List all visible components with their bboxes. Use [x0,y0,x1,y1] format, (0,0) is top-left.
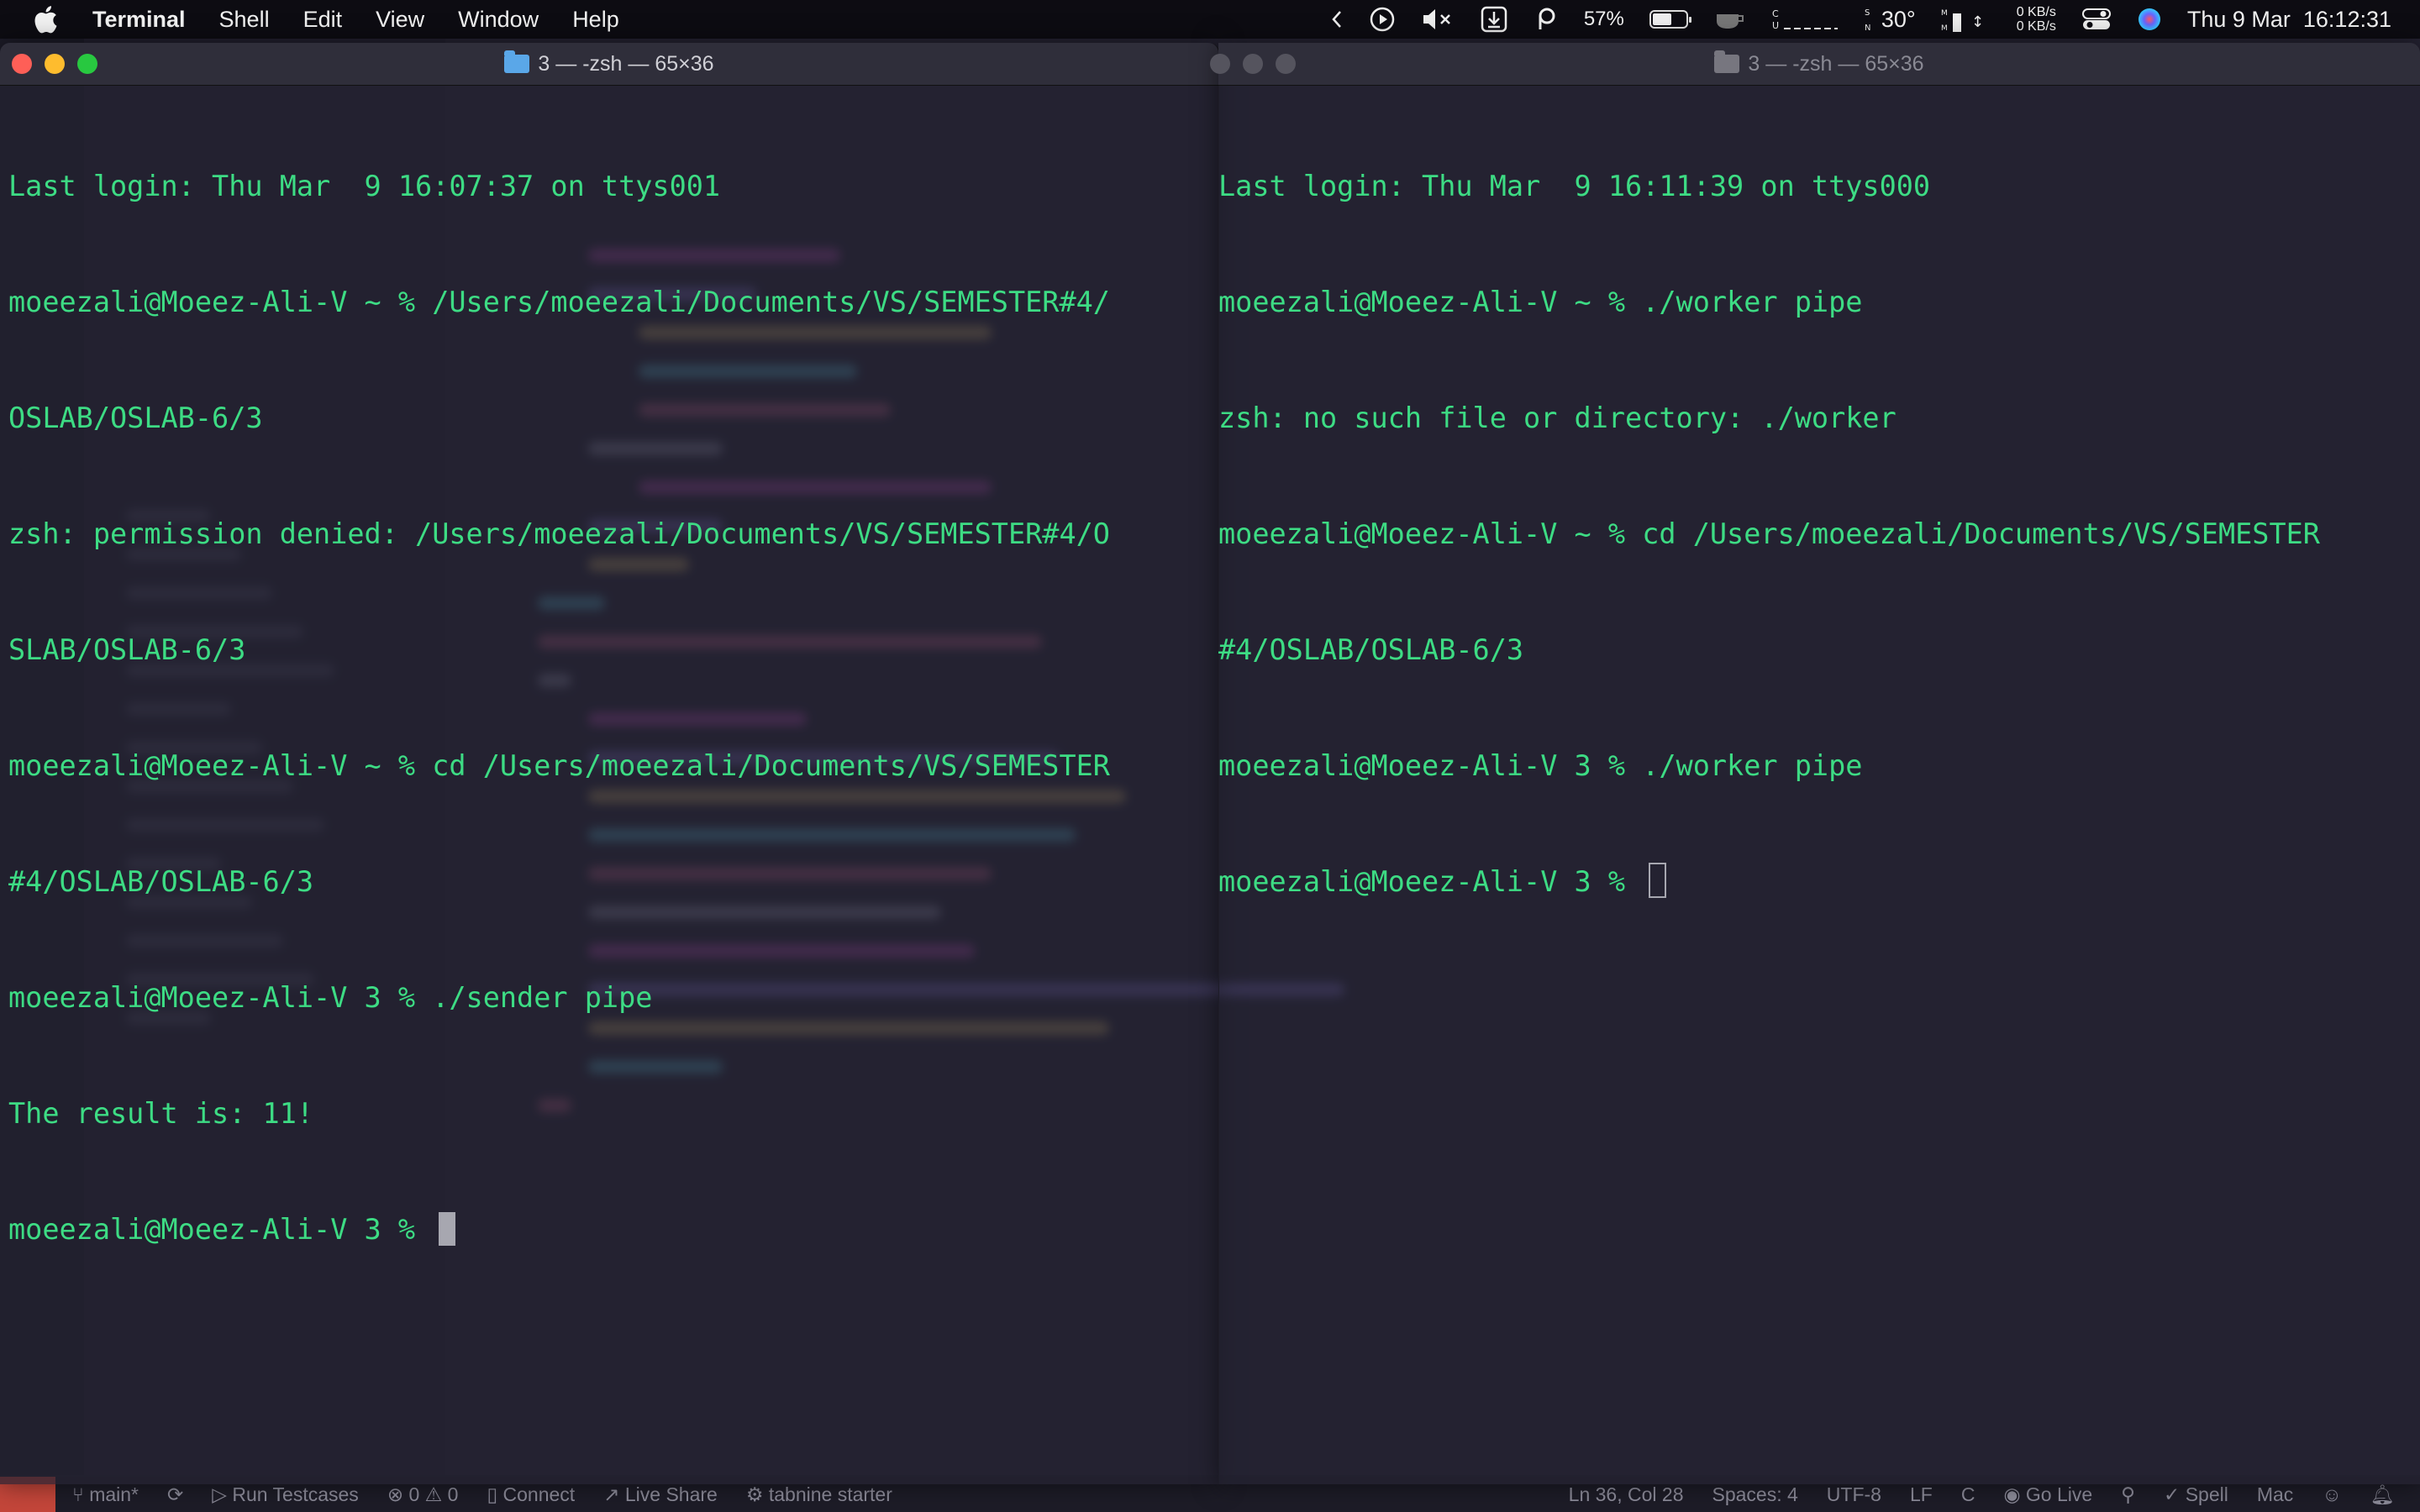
menu-view[interactable]: View [376,7,424,33]
pass-icon[interactable] [1534,6,1559,33]
connect-button[interactable]: ▯ Connect [487,1483,575,1506]
terminal-line: moeezali@Moeez-Ali-V 3 % ./sender pipe [8,981,653,1014]
text-cursor [1649,863,1667,898]
siri-icon[interactable] [2137,7,2162,32]
line-ending[interactable]: LF [1910,1483,1933,1506]
encoding[interactable]: UTF-8 [1827,1483,1881,1506]
indentation[interactable]: Spaces: 4 [1712,1483,1798,1506]
spell-label: Spell [2185,1483,2228,1505]
apple-menu-icon[interactable] [30,3,64,36]
terminal-output[interactable]: Last login: Thu Mar 9 16:11:39 on ttys00… [1218,86,2420,979]
terminal-window-right[interactable]: 3 — -zsh — 65×36 Last login: Thu Mar 9 1… [1210,43,2420,1484]
terminal-line: moeezali@Moeez-Ali-V ~ % cd /Users/moeez… [8,749,1110,782]
live-share-label: Live Share [624,1483,718,1505]
maximize-button[interactable] [1276,54,1296,74]
close-button[interactable] [12,54,32,74]
notifications-icon[interactable]: 🔔︎ [2370,1483,2395,1506]
terminal-line: zsh: no such file or directory: ./worker [1218,402,1897,434]
maximize-button[interactable] [77,54,97,74]
terminal-line: SLAB/OSLAB-6/3 [8,633,246,666]
menu-bar: Terminal Shell Edit View Window Help 57%… [0,0,2420,39]
menu-help[interactable]: Help [572,7,619,33]
download-icon[interactable] [1480,5,1508,34]
temperature-value: 30° [1881,6,1916,32]
terminal-line: moeezali@Moeez-Ali-V ~ % cd /Users/moeez… [1218,517,2320,550]
run-testcases-label: Run Testcases [232,1483,359,1505]
clock[interactable]: Thu 9 Mar 16:12:31 [2187,7,2391,33]
window-title: 3 — -zsh — 65×36 [538,51,714,76]
terminal-line: #4/OSLAB/OSLAB-6/3 [1218,633,1524,666]
svg-text:S: S [1865,8,1870,18]
sensor-temperature: SN 30° [1865,5,1916,34]
memory-icon[interactable]: MM ↕ [1941,5,1991,34]
window-controls [12,54,110,74]
window-titlebar[interactable]: 3 — -zsh — 65×36 [1210,43,2420,86]
folder-icon [504,50,530,73]
cpu-graph-icon[interactable]: CU [1772,5,1839,34]
close-button[interactable] [1210,54,1230,74]
terminal-line: The result is: 11! [8,1097,314,1130]
spell-button[interactable]: ✓ Spell [2164,1483,2228,1506]
format-icon[interactable]: ⚲ [2121,1483,2135,1506]
minimize-button[interactable] [1243,54,1263,74]
window-controls [1210,54,1308,74]
svg-text:M: M [1941,9,1948,18]
git-branch[interactable]: ⑂ main* [72,1483,139,1506]
tabnine-label: tabnine starter [768,1483,892,1505]
network-upload: 0 KB/s [2016,5,2056,19]
battery-icon[interactable] [1649,10,1691,29]
terminal-line: #4/OSLAB/OSLAB-6/3 [8,865,314,898]
terminal-line: moeezali@Moeez-Ali-V ~ % ./worker pipe [1218,286,1863,318]
sync-icon[interactable]: ⟳ [167,1483,183,1506]
problems-indicator[interactable]: ⊗ 0 ⚠ 0 [387,1483,459,1506]
terminal-line: Last login: Thu Mar 9 16:07:37 on ttys00… [8,170,721,202]
accounts-icon[interactable]: ☺ [2322,1483,2341,1506]
terminal-output[interactable]: Last login: Thu Mar 9 16:07:37 on ttys00… [0,86,1218,1326]
svg-text:N: N [1865,24,1870,33]
terminal-line: moeezali@Moeez-Ali-V ~ % /Users/moeezali… [8,286,1110,318]
folder-icon [1714,50,1740,73]
language-mode[interactable]: C [1961,1483,1975,1506]
volume-muted-icon[interactable] [1421,7,1455,32]
svg-text:M: M [1941,24,1948,33]
terminal-line: OSLAB/OSLAB-6/3 [8,402,263,434]
menu-edit[interactable]: Edit [303,7,343,33]
window-titlebar[interactable]: 3 — -zsh — 65×36 [0,43,1218,86]
network-stats[interactable]: 0 KB/s 0 KB/s [2017,5,2056,34]
svg-text:U: U [1772,20,1779,31]
coffee-cup-icon[interactable] [1713,8,1747,31]
svg-text:↕: ↕ [1971,13,1984,31]
cursor-position[interactable]: Ln 36, Col 28 [1569,1483,1684,1506]
sensor-icon: SN [1865,8,1870,33]
terminal-prompt-line[interactable]: moeezali@Moeez-Ali-V 3 % [1218,863,2420,901]
tabnine-button[interactable]: ⚙ tabnine starter [746,1483,892,1506]
terminal-line: zsh: permission denied: /Users/moeezali/… [8,517,1110,550]
run-testcases-button[interactable]: ▷ Run Testcases [212,1483,359,1506]
go-live-button[interactable]: ◉ Go Live [2003,1483,2092,1506]
connect-label: Connect [502,1483,576,1505]
app-menu-terminal[interactable]: Terminal [92,7,186,33]
git-branch-label: main* [89,1483,139,1505]
window-title: 3 — -zsh — 65×36 [1748,51,1924,76]
minimize-button[interactable] [45,54,65,74]
go-live-label: Go Live [2025,1483,2093,1505]
terminal-prompt: moeezali@Moeez-Ali-V 3 % [8,1213,433,1246]
terminal-line: Last login: Thu Mar 9 16:11:39 on ttys00… [1218,170,1931,202]
battery-percent: 57% [1583,8,1624,30]
play-icon[interactable] [1369,6,1396,33]
platform[interactable]: Mac [2257,1483,2293,1506]
chevron-left-icon[interactable] [1330,9,1344,29]
control-center-icon[interactable] [2081,7,2112,32]
text-cursor [439,1212,456,1246]
network-download: 0 KB/s [2016,19,2056,34]
menu-shell[interactable]: Shell [219,7,270,33]
status-menus: 57% CU SN 30° M M ↕ 0 KB/s 0 KB/s Thu 9 Ma… [1330,0,2420,39]
terminal-prompt: moeezali@Moeez-Ali-V 3 % [1218,865,1643,898]
menu-window[interactable]: Window [458,7,539,33]
terminal-line: moeezali@Moeez-Ali-V 3 % ./worker pipe [1218,749,1863,782]
terminal-prompt-line[interactable]: moeezali@Moeez-Ali-V 3 % [8,1210,1218,1249]
svg-text:C: C [1772,8,1779,19]
terminal-window-left[interactable]: 3 — -zsh — 65×36 Last login: Thu Mar 9 1… [0,43,1219,1484]
live-share-button[interactable]: ↗ Live Share [603,1483,718,1506]
